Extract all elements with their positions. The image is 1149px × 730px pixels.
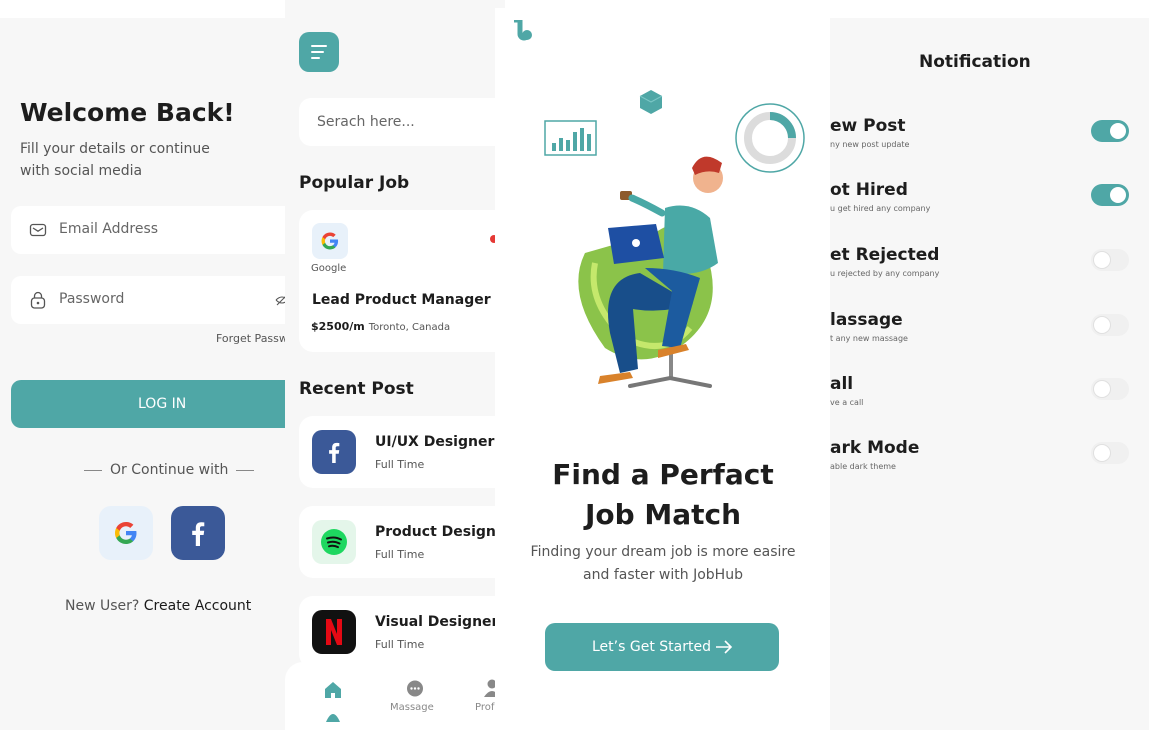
- spotify-logo: [312, 520, 356, 564]
- hero-illustration: [544, 90, 805, 388]
- login-button-label: LOG IN: [138, 396, 187, 412]
- recent-post-title: Recent Post: [299, 379, 414, 399]
- company-name: Google: [311, 263, 347, 274]
- notification-label: ark Mode: [830, 438, 920, 458]
- toggle-switch[interactable]: [1091, 249, 1129, 271]
- post-title: Product Designe: [375, 524, 505, 540]
- notification-title: Notification: [919, 52, 1031, 72]
- notification-desc: ny new post update: [830, 140, 910, 149]
- onboarding-screen: Find a Perfact Job Match Finding your dr…: [495, 8, 831, 730]
- facebook-icon: [192, 522, 205, 546]
- job-role: Lead Product Manager: [312, 292, 491, 308]
- netflix-logo: [312, 610, 356, 654]
- spotify-icon: [321, 529, 347, 555]
- login-subtitle: Fill your details or continue with socia…: [20, 141, 210, 179]
- toggle-switch[interactable]: [1091, 184, 1129, 206]
- job-location: Toronto, Canada: [368, 322, 451, 333]
- home-screen: Serach here... Popular Job Google Lead P…: [285, 0, 505, 730]
- bottom-nav: Massage Prof: [285, 662, 505, 730]
- company-logo: [312, 223, 348, 259]
- netflix-icon: [326, 619, 342, 645]
- toggle-switch[interactable]: [1091, 442, 1129, 464]
- search-input[interactable]: Serach here...: [299, 98, 505, 146]
- lock-icon: [30, 291, 46, 309]
- notification-desc: u rejected by any company: [830, 269, 940, 278]
- popular-job-card[interactable]: Google Lead Product Manager $2500/m Toron…: [299, 210, 505, 352]
- notification-label: lassage: [830, 310, 903, 330]
- facebook-logo: [312, 430, 356, 474]
- facebook-icon: [329, 442, 340, 463]
- notification-label: et Rejected: [830, 245, 940, 265]
- app-logo: [514, 20, 532, 41]
- post-type: Full Time: [375, 458, 425, 471]
- recent-post-card[interactable]: Visual Designer Full Time: [299, 596, 505, 668]
- message-icon[interactable]: [406, 680, 424, 698]
- email-field[interactable]: Email Address: [11, 206, 300, 254]
- post-title: Visual Designer: [375, 614, 499, 630]
- onboarding-desc-line2: and faster with JobHub: [583, 567, 743, 583]
- menu-button[interactable]: [299, 32, 339, 72]
- salary-value: $2500/m: [311, 320, 365, 333]
- get-started-label: Let’s Get Started: [592, 639, 711, 655]
- post-type: Full Time: [375, 638, 425, 651]
- recent-post-card[interactable]: UI/UX Designer Full Time: [299, 416, 505, 488]
- notification-row: all ve a call: [830, 374, 1149, 418]
- post-title: UI/UX Designer: [375, 434, 495, 450]
- notification-row: et Rejected u rejected by any company: [830, 245, 1149, 289]
- get-started-button[interactable]: Let’s Get Started: [545, 623, 779, 671]
- notification-desc: ve a call: [830, 398, 864, 407]
- password-field[interactable]: Password: [11, 276, 300, 324]
- notification-row: lassage t any new massage: [830, 310, 1149, 354]
- home-icon[interactable]: [324, 681, 342, 699]
- facebook-login-button[interactable]: [171, 506, 225, 560]
- notification-label: ot Hired: [830, 180, 908, 200]
- notification-label: ew Post: [830, 116, 906, 136]
- nav-profile-label[interactable]: Prof: [475, 702, 494, 713]
- create-account-link[interactable]: Create Account: [144, 598, 252, 614]
- onboarding-description: Finding your dream job is more easire an…: [495, 541, 831, 587]
- post-type: Full Time: [375, 548, 425, 561]
- recent-post-card[interactable]: Product Designe Full Time: [299, 506, 505, 578]
- job-salary: $2500/m Toronto, Canada: [311, 320, 450, 333]
- notification-row: ot Hired u get hired any company: [830, 180, 1149, 224]
- toggle-switch[interactable]: [1091, 314, 1129, 336]
- email-placeholder: Email Address: [59, 221, 159, 237]
- toggle-switch[interactable]: [1091, 378, 1129, 400]
- home-active-indicator: [326, 714, 340, 722]
- google-icon: [321, 232, 339, 250]
- login-button[interactable]: LOG IN: [11, 380, 300, 428]
- notification-row: ew Post ny new post update: [830, 116, 1149, 160]
- toggle-switch[interactable]: [1091, 120, 1129, 142]
- new-user-text: New User? Create Account: [65, 598, 251, 614]
- arrow-right-icon: [716, 640, 733, 654]
- nav-message-label[interactable]: Massage: [390, 702, 434, 713]
- onboarding-title-line2: Job Match: [584, 498, 742, 531]
- notification-desc: t any new massage: [830, 334, 908, 343]
- google-login-button[interactable]: [99, 506, 153, 560]
- notification-desc: able dark theme: [830, 462, 896, 471]
- notification-row: ark Mode able dark theme: [830, 438, 1149, 482]
- new-user-label: New User?: [65, 598, 140, 614]
- mail-icon: [29, 223, 47, 237]
- password-placeholder: Password: [59, 291, 125, 307]
- forget-password-link[interactable]: Forget Passw: [216, 332, 288, 345]
- notification-desc: u get hired any company: [830, 204, 931, 213]
- onboarding-title-line1: Find a Perfact: [552, 458, 774, 491]
- search-placeholder: Serach here...: [317, 114, 415, 130]
- login-title: Welcome Back!: [20, 98, 235, 127]
- login-screen: Welcome Back! Fill your details or conti…: [0, 18, 300, 730]
- onboarding-desc-line1: Finding your dream job is more easire: [530, 544, 796, 560]
- notification-label: all: [830, 374, 854, 394]
- google-icon: [115, 522, 137, 544]
- notification-screen: Notification ew Post ny new post update …: [830, 18, 1149, 730]
- or-continue-label: Or Continue with: [76, 462, 262, 478]
- popular-job-title: Popular Job: [299, 173, 410, 193]
